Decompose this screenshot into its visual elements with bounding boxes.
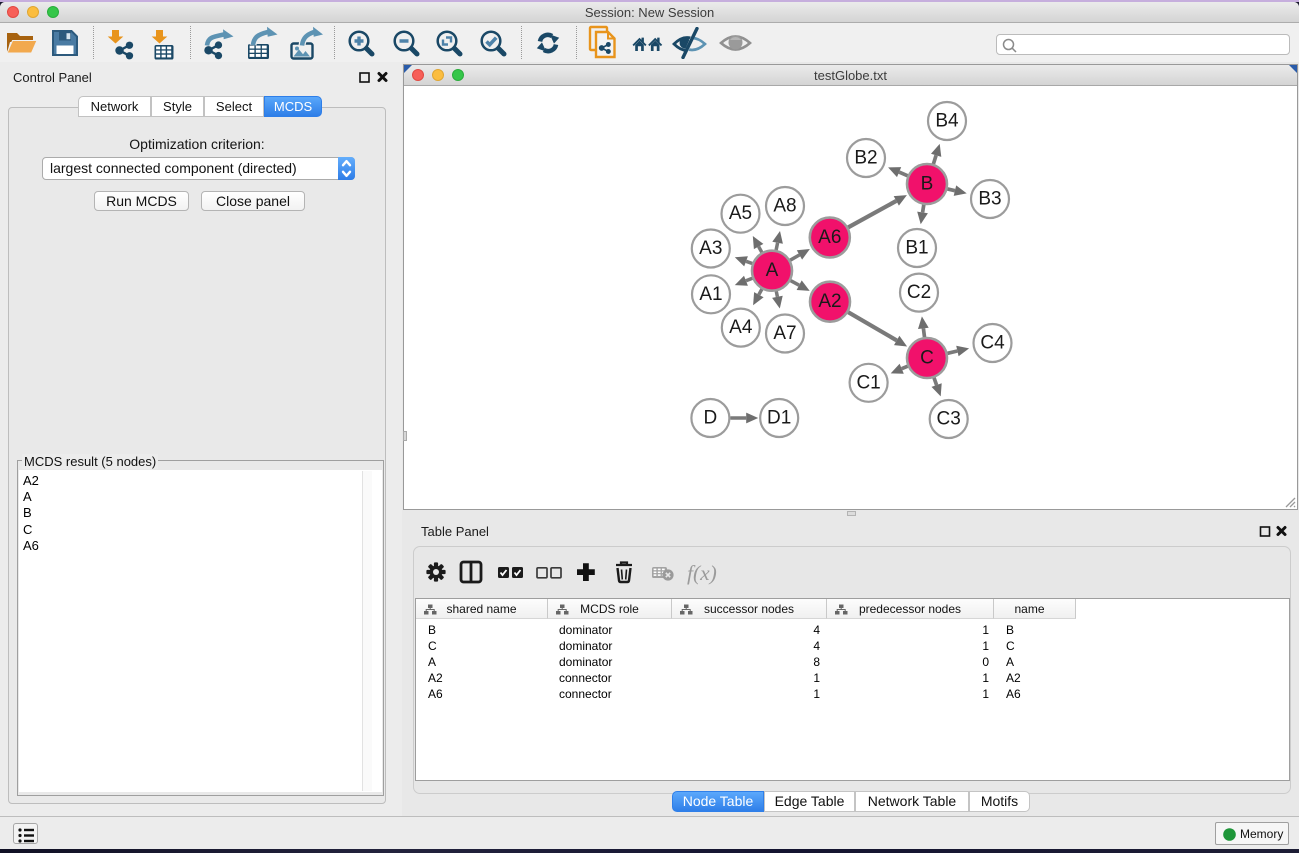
svg-text:C4: C4 bbox=[980, 333, 1005, 354]
svg-text:B3: B3 bbox=[978, 189, 1001, 210]
svg-text:D1: D1 bbox=[767, 408, 791, 429]
svg-text:C: C bbox=[920, 348, 934, 369]
svg-text:C2: C2 bbox=[907, 282, 931, 303]
svg-text:A1: A1 bbox=[699, 284, 722, 305]
svg-text:A8: A8 bbox=[773, 196, 796, 217]
svg-text:A6: A6 bbox=[818, 227, 841, 248]
svg-text:A: A bbox=[766, 260, 779, 281]
svg-text:C1: C1 bbox=[856, 372, 880, 393]
svg-text:f(x): f(x) bbox=[687, 561, 717, 585]
svg-text:A4: A4 bbox=[729, 317, 753, 338]
svg-text:B1: B1 bbox=[905, 238, 928, 259]
svg-text:A2: A2 bbox=[818, 291, 841, 312]
svg-text:A5: A5 bbox=[729, 203, 752, 224]
svg-text:B4: B4 bbox=[935, 111, 959, 132]
svg-text:C3: C3 bbox=[937, 409, 961, 430]
svg-text:B: B bbox=[921, 174, 934, 195]
svg-text:A3: A3 bbox=[699, 238, 722, 259]
svg-text:A7: A7 bbox=[773, 323, 796, 344]
svg-text:D: D bbox=[704, 408, 718, 429]
svg-text:B2: B2 bbox=[854, 148, 877, 169]
